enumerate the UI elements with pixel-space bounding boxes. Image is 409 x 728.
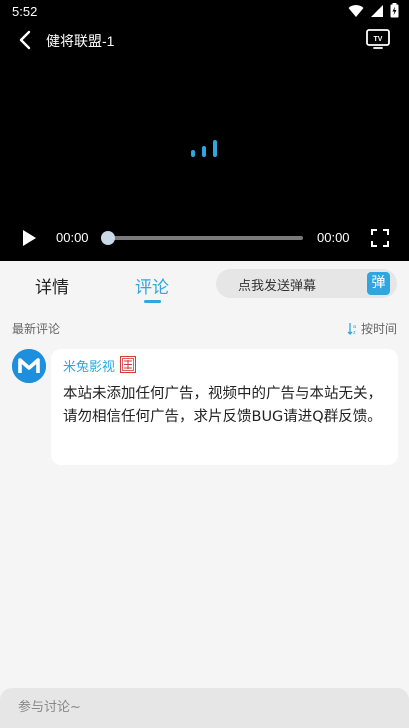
sort-label: 按时间 — [360, 322, 397, 336]
active-tab-indicator — [144, 300, 161, 303]
avatar[interactable] — [12, 349, 46, 383]
discussion-input[interactable] — [0, 688, 409, 726]
player-controls: 00:00 00:00 — [0, 222, 409, 254]
wifi-icon — [348, 4, 364, 17]
admin-badge-icon — [120, 356, 136, 373]
discussion-bar — [0, 688, 409, 728]
tab-details[interactable]: 详情 — [35, 273, 69, 298]
seek-bar[interactable] — [101, 231, 303, 245]
comment-text: 本站未添加任何广告，视频中的广告与本站无关，请勿相信任何广告，求片反馈BUG请进… — [63, 386, 382, 425]
loading-icon — [191, 140, 217, 157]
system-icons — [348, 3, 399, 18]
total-time: 00:00 — [317, 230, 350, 245]
sort-toggle[interactable]: a z 按时间 — [347, 320, 397, 337]
player-topbar: 健将联盟-1 TV — [0, 24, 409, 56]
user-avatar-icon — [12, 349, 46, 383]
danmu-button[interactable]: 弹 — [367, 272, 390, 295]
tab-comments[interactable]: 评论 — [135, 273, 169, 298]
svg-text:z: z — [353, 330, 356, 335]
section-title: 最新评论 — [12, 322, 61, 336]
video-title: 健将联盟-1 — [46, 33, 115, 49]
status-bar: 5:52 — [0, 0, 409, 24]
comment-author[interactable]: 米兔影视 — [63, 356, 115, 375]
sort-icon: a z — [347, 323, 357, 335]
battery-icon — [390, 3, 399, 18]
fullscreen-icon[interactable] — [370, 228, 390, 248]
status-time: 5:52 — [12, 4, 38, 19]
seek-knob[interactable] — [101, 231, 115, 245]
tv-cast-icon[interactable]: TV — [365, 27, 391, 51]
current-time: 00:00 — [56, 230, 89, 245]
danmu-placeholder: 点我发送弹幕 — [238, 279, 317, 294]
video-player[interactable]: 5:52 健将联盟-1 TV 00:00 00:00 — [0, 0, 409, 261]
comment-card: 米兔影视 本站未添加任何广告，视频中的广告与本站无关，请勿相信任何广告，求片反馈… — [51, 349, 398, 465]
play-icon[interactable] — [20, 228, 38, 248]
signal-icon — [371, 4, 383, 17]
svg-text:TV: TV — [374, 36, 383, 43]
back-icon[interactable] — [14, 28, 38, 52]
tab-bar: 详情 评论 点我发送弹幕 弹 — [0, 261, 409, 309]
danmu-input[interactable]: 点我发送弹幕 弹 — [216, 269, 397, 298]
